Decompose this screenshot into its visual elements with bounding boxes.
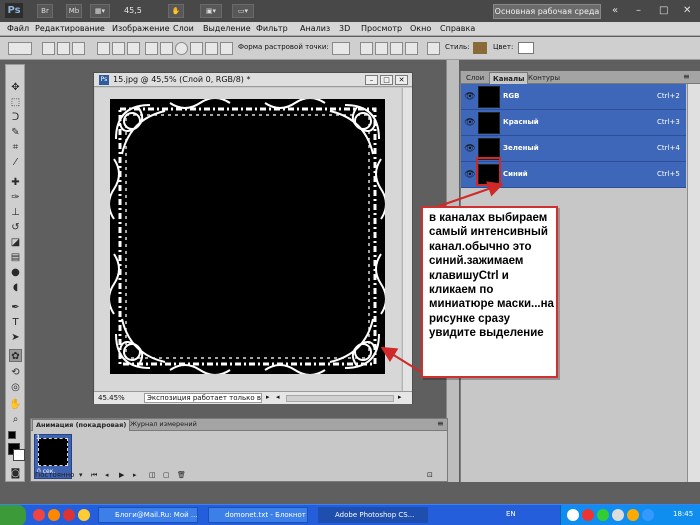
system-tray: 18:45 [560,505,700,525]
taskbar-button-mail-blog[interactable]: Блоги@Mail.Ru: Мой ... [98,507,198,523]
convert-timeline-icon[interactable]: ⊡ [427,471,433,479]
quick-launch-icon[interactable] [63,509,75,521]
loop-dropdown-icon[interactable]: ▾ [79,471,83,479]
start-button[interactable] [0,505,26,525]
loop-select[interactable]: Постоянно [35,471,74,479]
annotation-text: в каналах выбираем самый интенсивный кан… [429,212,554,340]
tab-animation-frames[interactable]: Анимация (покадровая) [32,419,131,431]
arrow-to-canvas [380,346,422,373]
language-indicator[interactable]: EN [506,510,516,518]
taskbar-button-photoshop[interactable]: Adobe Photoshop CS... [318,507,428,523]
opera-icon[interactable] [33,509,45,521]
animation-controls: Постоянно ▾ ⏮ ◂ ▶ ▸ ◫ ▢ 🗑 ⊡ [31,471,447,482]
delete-frame-icon[interactable]: 🗑 [177,471,186,479]
clock[interactable]: 18:45 [673,510,693,518]
tray-icon[interactable] [582,509,594,521]
firefox-icon[interactable] [48,509,60,521]
duplicate-frame-icon[interactable]: ▢ [163,471,170,479]
next-frame-icon[interactable]: ▸ [133,471,137,479]
windows-taskbar: Блоги@Mail.Ru: Мой ... domonet.txt - Бло… [0,504,700,525]
tray-icon[interactable] [612,509,624,521]
tray-icon[interactable] [642,509,654,521]
animation-panel: Анимация (покадровая) Журнал измерений ≡… [30,418,448,482]
animation-tab-bar: Анимация (покадровая) Журнал измерений ≡ [31,419,447,431]
tray-icon[interactable] [567,509,579,521]
animation-panel-menu-icon[interactable]: ≡ [437,419,444,428]
play-icon[interactable]: ▶ [119,471,124,479]
frame-thumbnail [38,438,68,466]
first-frame-icon[interactable]: ⏮ [91,471,97,480]
tray-icon[interactable] [627,509,639,521]
annotation-callout: в каналах выбираем самый интенсивный кан… [421,206,558,378]
previous-frame-icon[interactable]: ◂ [105,471,109,479]
tray-icon[interactable] [597,509,609,521]
mail-icon[interactable] [78,509,90,521]
taskbar-button-notepad[interactable]: domonet.txt - Блокнот [208,507,308,523]
tween-icon[interactable]: ◫ [149,471,156,479]
tab-measurement-log[interactable]: Журнал измерений [127,419,200,431]
